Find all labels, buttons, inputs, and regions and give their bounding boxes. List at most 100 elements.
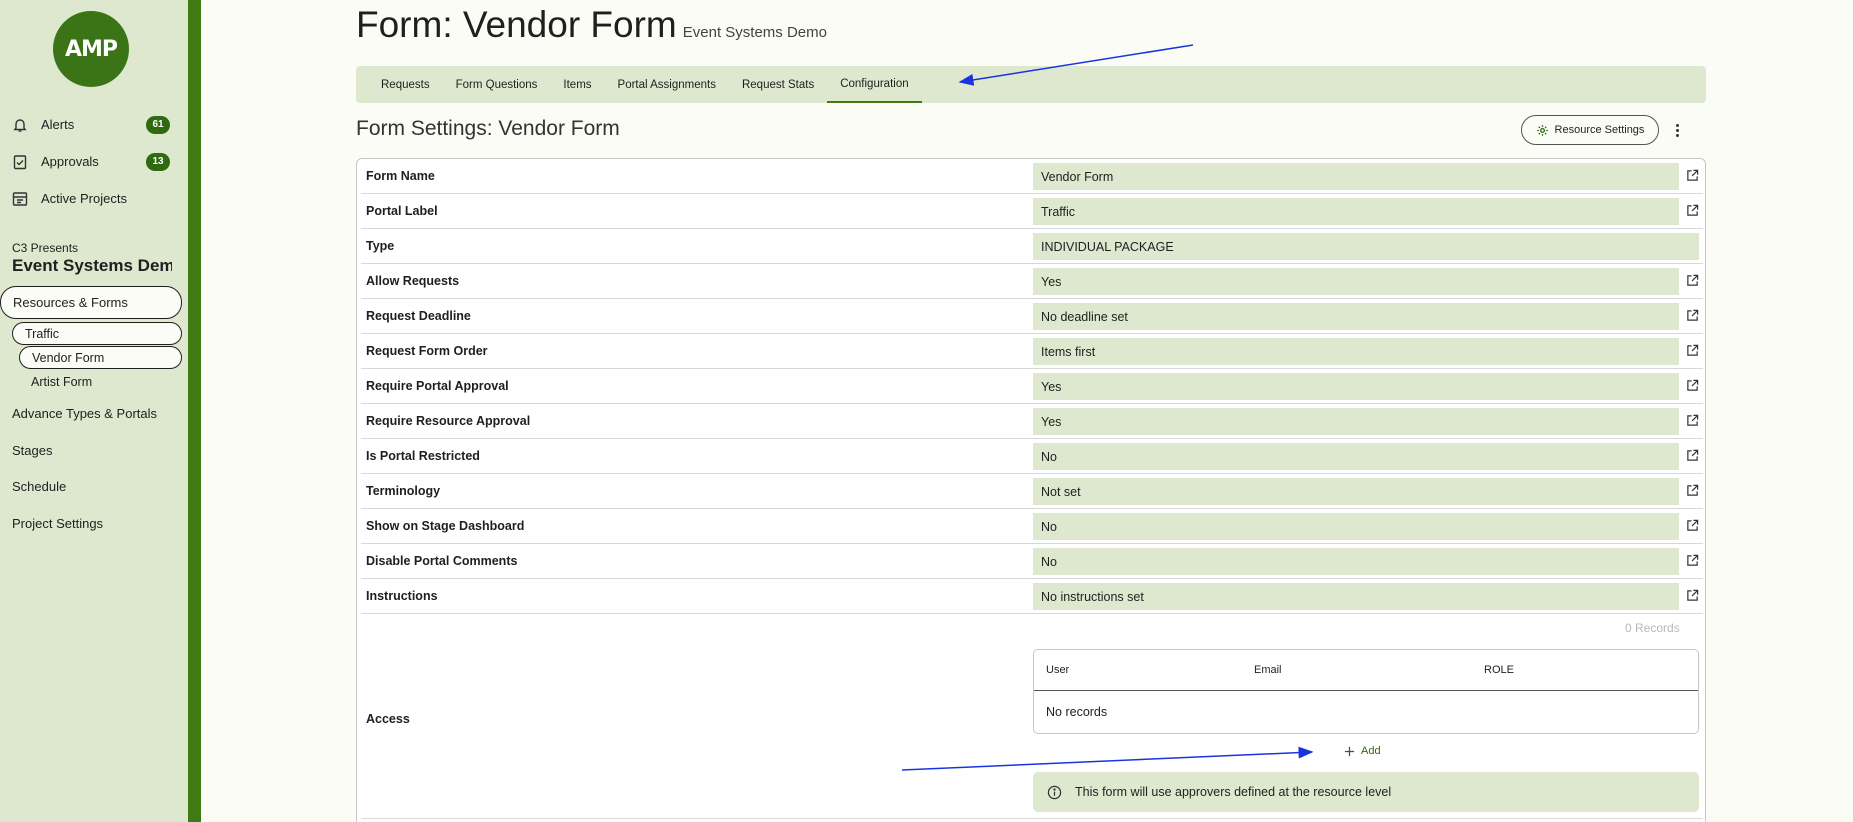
- setting-value: Yes: [1033, 268, 1679, 295]
- sidebar-edge: [188, 0, 201, 822]
- edit-icon[interactable]: [1686, 589, 1699, 602]
- setting-label: Request Form Order: [366, 344, 488, 358]
- resource-settings-label: Resource Settings: [1554, 124, 1645, 136]
- bell-icon: [13, 118, 27, 132]
- sidebar-item-alerts[interactable]: Alerts 61: [0, 106, 188, 143]
- access-table-header: User Email ROLE: [1034, 650, 1698, 691]
- org-name: C3 Presents: [12, 241, 79, 255]
- setting-label: Type: [366, 239, 395, 253]
- settings-row-terminology: Terminology Not set: [361, 474, 1703, 509]
- sidebar-item-label: Active Projects: [41, 191, 127, 206]
- settings-row-form-name: Form Name Vendor Form: [361, 159, 1703, 194]
- sidebar-item-stages[interactable]: Stages: [12, 443, 52, 458]
- setting-value: No: [1033, 513, 1679, 540]
- setting-value: Yes: [1033, 408, 1679, 435]
- setting-label: Require Portal Approval: [366, 379, 509, 393]
- sidebar-item-label: Approvals: [41, 154, 99, 169]
- setting-label: Disable Portal Comments: [366, 554, 518, 568]
- sidebar-item-active-projects[interactable]: Active Projects: [0, 180, 188, 217]
- settings-row-request-form-order: Request Form Order Items first: [361, 334, 1703, 369]
- settings-row-require-resource-approval: Require Resource Approval Yes: [361, 404, 1703, 439]
- setting-label: Portal Label: [366, 204, 438, 218]
- sidebar: AMP Alerts 61 Approvals 13 Active Projec…: [0, 0, 188, 822]
- settings-row-portal-label: Portal Label Traffic: [361, 194, 1703, 229]
- projects-icon: [12, 191, 28, 206]
- column-header-email[interactable]: Email: [1254, 664, 1282, 676]
- resource-settings-button[interactable]: Resource Settings: [1521, 115, 1659, 145]
- settings-row-allow-requests: Allow Requests Yes: [361, 264, 1703, 299]
- divider: [361, 818, 1703, 819]
- edit-icon[interactable]: [1686, 204, 1699, 217]
- approvals-count-badge: 13: [146, 152, 170, 171]
- setting-value: No instructions set: [1033, 583, 1679, 610]
- setting-label: Form Name: [366, 169, 435, 183]
- form-settings-title: Form Settings: Vendor Form: [356, 117, 620, 140]
- project-name: Event Systems Demo: [12, 256, 172, 275]
- sidebar-item-schedule[interactable]: Schedule: [12, 479, 66, 494]
- access-records-count: 0 Records: [1625, 621, 1680, 635]
- sidebar-item-approvals[interactable]: Approvals 13: [0, 143, 188, 180]
- gear-icon: [1536, 124, 1548, 136]
- sidebar-item-artist-form[interactable]: Artist Form: [31, 375, 92, 389]
- edit-icon[interactable]: [1686, 519, 1699, 532]
- sidebar-top-nav: Alerts 61 Approvals 13 Active Projects: [0, 106, 188, 217]
- settings-row-require-portal-approval: Require Portal Approval Yes: [361, 369, 1703, 404]
- add-access-label: Add: [1361, 745, 1381, 757]
- tab-form-questions[interactable]: Form Questions: [443, 66, 551, 103]
- column-header-role[interactable]: ROLE: [1484, 664, 1514, 676]
- tab-request-stats[interactable]: Request Stats: [729, 66, 827, 103]
- settings-row-is-portal-restricted: Is Portal Restricted No: [361, 439, 1703, 474]
- edit-icon[interactable]: [1686, 344, 1699, 357]
- setting-label: Request Deadline: [366, 309, 471, 323]
- tab-portal-assignments[interactable]: Portal Assignments: [605, 66, 729, 103]
- setting-value: Items first: [1033, 338, 1679, 365]
- access-empty-row: No records: [1046, 705, 1108, 719]
- logo-text: AMP: [64, 36, 118, 62]
- plus-icon: [1344, 746, 1355, 756]
- setting-value: Not set: [1033, 478, 1679, 505]
- info-icon: [1047, 785, 1062, 799]
- setting-label: Require Resource Approval: [366, 414, 531, 428]
- edit-icon[interactable]: [1686, 379, 1699, 392]
- settings-row-request-deadline: Request Deadline No deadline set: [361, 299, 1703, 334]
- setting-label: Instructions: [366, 589, 438, 603]
- page-subtitle: Event Systems Demo: [682, 24, 827, 41]
- edit-icon[interactable]: [1686, 449, 1699, 462]
- setting-value: INDIVIDUAL PACKAGE: [1033, 233, 1699, 260]
- edit-icon[interactable]: [1686, 554, 1699, 567]
- page-title: Form: Vendor Form Event Systems Demo: [356, 4, 827, 46]
- amp-logo[interactable]: AMP: [53, 11, 129, 87]
- setting-value: No: [1033, 443, 1679, 470]
- setting-value: Traffic: [1033, 198, 1679, 225]
- edit-icon[interactable]: [1686, 309, 1699, 322]
- settings-row-type: Type INDIVIDUAL PACKAGE: [361, 229, 1703, 264]
- add-access-button[interactable]: Add: [1344, 745, 1381, 757]
- setting-value: Vendor Form: [1033, 163, 1679, 190]
- setting-label: Is Portal Restricted: [366, 449, 480, 463]
- access-label: Access: [366, 712, 410, 726]
- sidebar-item-vendor-form[interactable]: Vendor Form: [19, 346, 182, 369]
- sidebar-item-advance-types[interactable]: Advance Types & Portals: [12, 406, 157, 421]
- setting-value: No: [1033, 548, 1679, 575]
- setting-label: Allow Requests: [366, 274, 460, 288]
- sidebar-item-resources-forms[interactable]: Resources & Forms: [0, 286, 182, 319]
- sidebar-item-label: Alerts: [41, 117, 75, 132]
- edit-icon[interactable]: [1686, 414, 1699, 427]
- approvers-info-text: This form will use approvers defined at …: [1075, 785, 1392, 799]
- setting-value: Yes: [1033, 373, 1679, 400]
- tab-requests[interactable]: Requests: [368, 66, 443, 103]
- page-title-text: Form: Vendor Form: [356, 4, 677, 45]
- tab-items[interactable]: Items: [550, 66, 604, 103]
- tab-configuration[interactable]: Configuration: [827, 66, 922, 103]
- settings-row-show-on-stage-dashboard: Show on Stage Dashboard No: [361, 509, 1703, 544]
- more-options-icon[interactable]: [1670, 118, 1684, 142]
- edit-icon[interactable]: [1686, 484, 1699, 497]
- sidebar-item-traffic[interactable]: Traffic: [12, 322, 182, 345]
- column-header-user[interactable]: User: [1046, 664, 1069, 676]
- checklist-icon: [13, 154, 27, 169]
- sidebar-item-project-settings[interactable]: Project Settings: [12, 516, 103, 531]
- edit-icon[interactable]: [1686, 274, 1699, 287]
- settings-row-instructions: Instructions No instructions set: [361, 579, 1703, 614]
- setting-value: No deadline set: [1033, 303, 1679, 330]
- edit-icon[interactable]: [1686, 169, 1699, 182]
